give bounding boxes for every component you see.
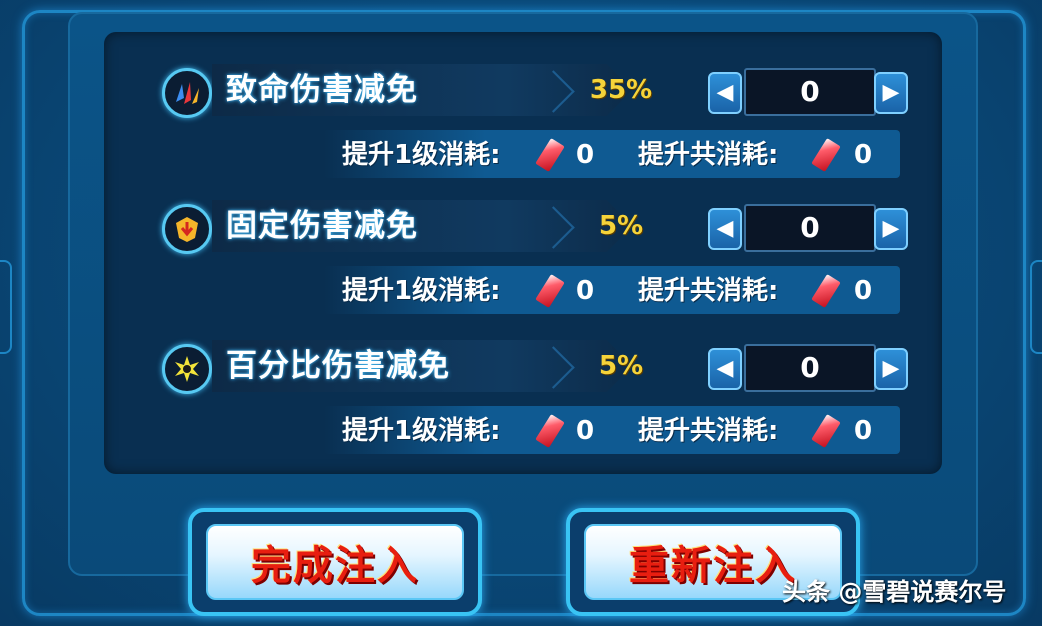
button-face: 完成注入 [206, 524, 464, 600]
claw-burst-icon [162, 68, 212, 118]
shield-arrow-icon [162, 204, 212, 254]
arrow-right-icon[interactable]: ▶ [874, 348, 908, 390]
arrow-left-icon[interactable]: ◀ [708, 208, 742, 250]
stepper-value[interactable]: 0 [744, 204, 876, 252]
attribute-title: 百分比伤害减免 [226, 348, 450, 384]
attribute-row-fixed-damage: 固定伤害减免 5% ◀ 0 ▶ 提升1级消耗: 0 提升共消耗: 0 [104, 200, 942, 330]
attribute-percent: 35% [589, 75, 653, 105]
attribute-percent: 5% [598, 351, 644, 381]
arrow-right-icon[interactable]: ▶ [874, 208, 908, 250]
attribute-row-fatal-damage: 致命伤害减免 35% ◀ 0 ▶ 提升1级消耗: 0 提升共消耗: 0 [104, 64, 942, 194]
total-cost-value: 0 [854, 276, 873, 306]
value-stepper: ◀ 0 ▶ [708, 344, 908, 392]
star-burst-icon [162, 344, 212, 394]
watermark: 头条 @雪碧说赛尔号 [782, 578, 1007, 606]
attribute-title: 致命伤害减免 [226, 72, 418, 108]
total-cost-value: 0 [854, 140, 873, 170]
arrow-left-icon[interactable]: ◀ [708, 72, 742, 114]
complete-injection-label: 完成注入 [251, 543, 419, 589]
level-cost-value: 0 [576, 140, 595, 170]
reset-injection-label: 重新注入 [629, 543, 797, 589]
total-cost-value: 0 [854, 416, 873, 446]
arrow-left-icon[interactable]: ◀ [708, 348, 742, 390]
level-cost-label: 提升1级消耗: [342, 276, 501, 306]
value-stepper: ◀ 0 ▶ [708, 204, 908, 252]
total-cost-label: 提升共消耗: [638, 140, 779, 170]
attribute-percent: 5% [598, 211, 644, 241]
level-cost-value: 0 [576, 276, 595, 306]
level-cost-label: 提升1级消耗: [342, 416, 501, 446]
arrow-right-icon[interactable]: ▶ [874, 72, 908, 114]
stepper-value[interactable]: 0 [744, 344, 876, 392]
right-edge-decoration [1030, 260, 1042, 354]
value-stepper: ◀ 0 ▶ [708, 68, 908, 116]
total-cost-label: 提升共消耗: [638, 276, 779, 306]
stepper-value[interactable]: 0 [744, 68, 876, 116]
level-cost-label: 提升1级消耗: [342, 140, 501, 170]
complete-injection-button[interactable]: 完成注入 [188, 508, 482, 616]
attribute-title: 固定伤害减免 [226, 208, 418, 244]
left-edge-decoration [0, 260, 12, 354]
attribute-row-percent-damage: 百分比伤害减免 5% ◀ 0 ▶ 提升1级消耗: 0 提升共消耗: 0 [104, 340, 942, 470]
level-cost-value: 0 [576, 416, 595, 446]
total-cost-label: 提升共消耗: [638, 416, 779, 446]
